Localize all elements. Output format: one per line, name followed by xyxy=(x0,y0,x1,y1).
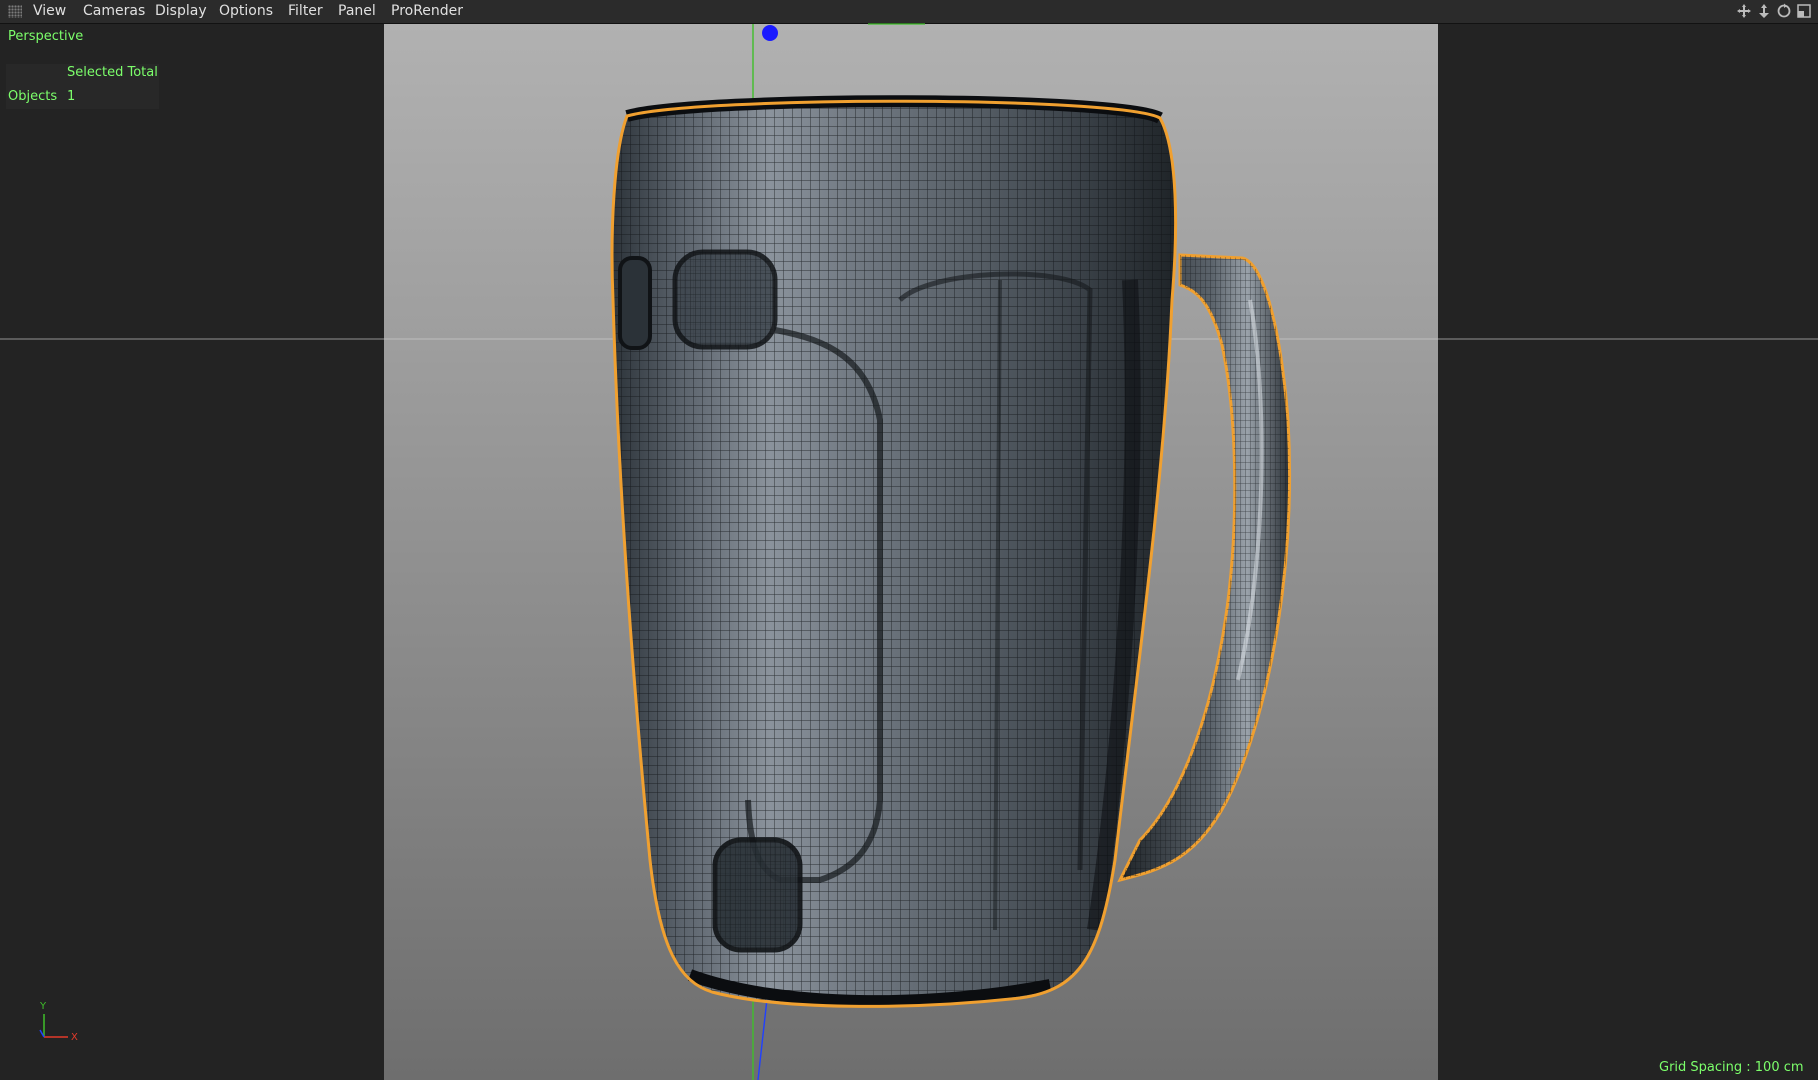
camera-label[interactable]: Perspective xyxy=(8,29,83,45)
grid-spacing-label: Grid Spacing : 100 cm xyxy=(1659,1060,1804,1075)
stats-header: Selected Total xyxy=(67,65,158,80)
mug-body xyxy=(610,95,1178,1008)
world-z-axis-line xyxy=(757,989,769,1080)
axis-x-label: X xyxy=(71,1032,78,1043)
axis-y-label: Y xyxy=(40,1001,47,1012)
stats-row-value: 1 xyxy=(67,89,76,104)
viewport-scene[interactable] xyxy=(0,0,1818,1080)
axis-gizmo xyxy=(39,1014,68,1038)
object-pivot-handle xyxy=(762,25,778,41)
stats-row-label: Objects xyxy=(8,89,58,104)
